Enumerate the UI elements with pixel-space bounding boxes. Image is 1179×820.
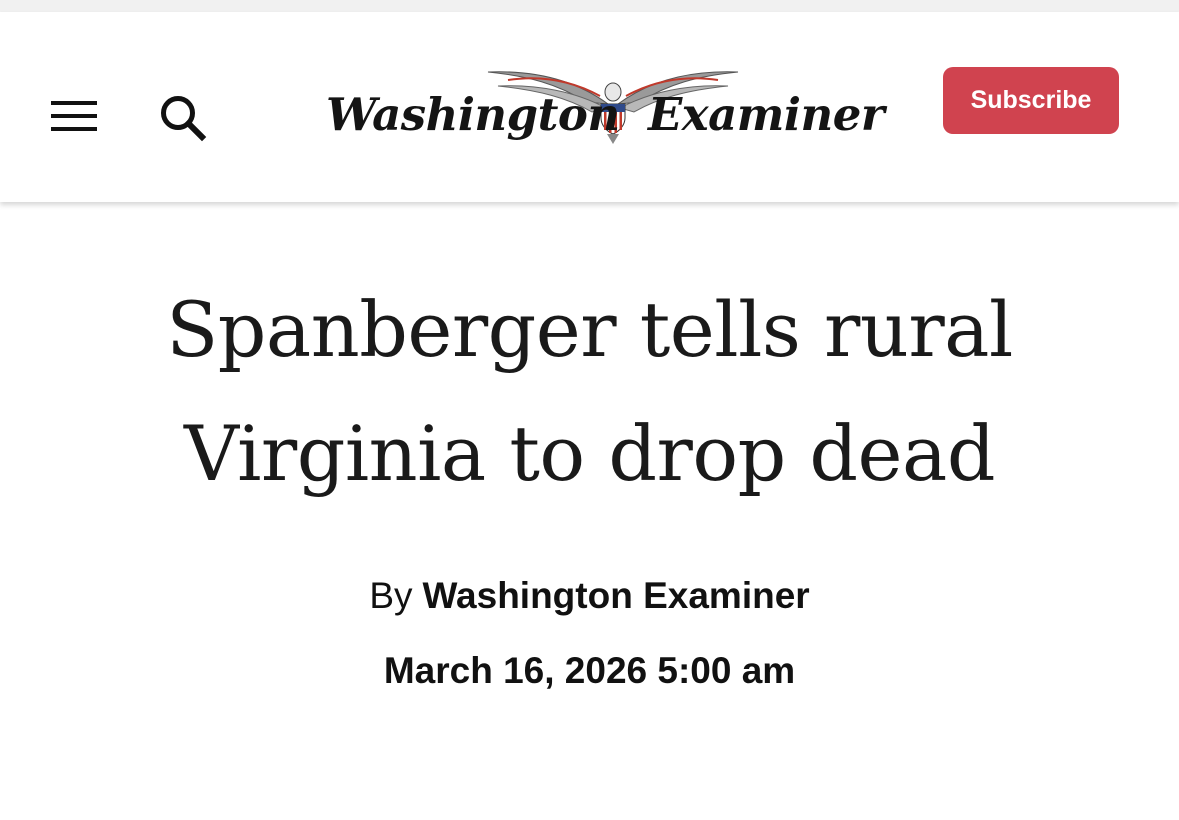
author-link[interactable]: Washington Examiner bbox=[423, 575, 810, 616]
status-strip bbox=[0, 0, 1179, 12]
byline: By Washington Examiner bbox=[0, 571, 1179, 621]
site-header: Washington Examiner Subscribe bbox=[0, 12, 1179, 202]
search-icon bbox=[161, 96, 207, 142]
article-headline: Spanberger tells rural Virginia to drop … bbox=[166, 285, 1013, 498]
byline-prefix: By bbox=[369, 575, 413, 616]
site-logo[interactable]: Washington Examiner bbox=[318, 62, 885, 162]
publish-date: March 16, 2026 5:00 am bbox=[383, 650, 796, 691]
logo-text-right: Examiner bbox=[648, 88, 885, 141]
hamburger-menu-icon bbox=[51, 101, 97, 131]
menu-button[interactable] bbox=[44, 88, 104, 144]
subscribe-button[interactable]: Subscribe bbox=[943, 67, 1119, 134]
search-button[interactable] bbox=[150, 88, 214, 148]
logo-text-left: Washington bbox=[326, 88, 620, 141]
